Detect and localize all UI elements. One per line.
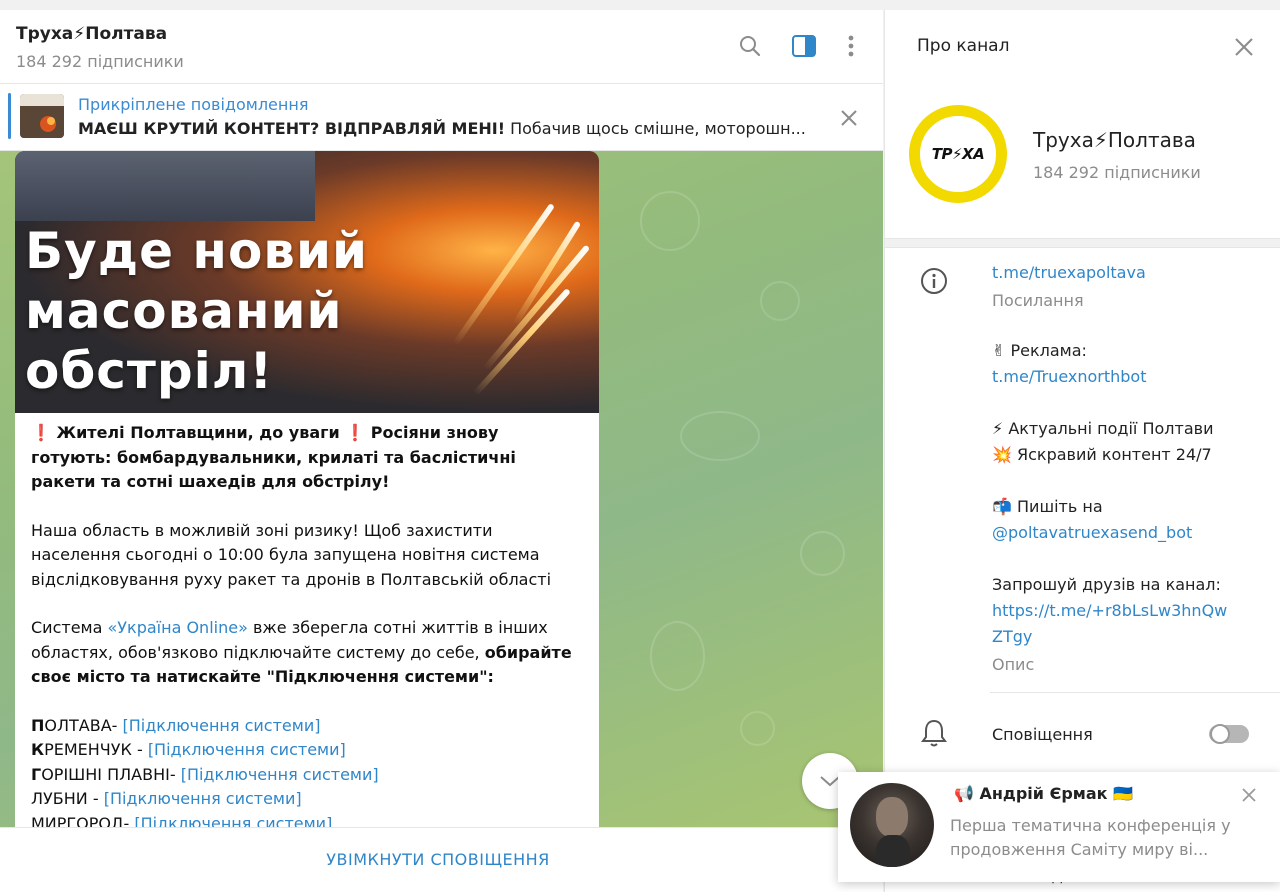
close-toast-icon[interactable] bbox=[1240, 786, 1258, 804]
info-header-title: Про канал bbox=[917, 36, 1010, 56]
invite-link[interactable]: https://t.me/+r8bLsLw3hnQw ZTgy bbox=[992, 598, 1262, 650]
notifications-toggle[interactable] bbox=[1209, 724, 1249, 744]
close-info-icon[interactable] bbox=[1231, 34, 1257, 60]
connect-link-poltava[interactable]: [Підключення системи] bbox=[123, 716, 321, 735]
more-options-icon[interactable] bbox=[837, 32, 865, 60]
connect-link-horishni-plavni[interactable]: [Підключення системи] bbox=[181, 765, 379, 784]
channel-subscribers: 184 292 підписники bbox=[1033, 163, 1201, 182]
enable-notifications-button[interactable]: УВІМКНУТИ СПОВІЩЕННЯ bbox=[0, 850, 876, 869]
channel-post[interactable]: Буде новий масований обстріл! ❗ Жителі П… bbox=[15, 151, 599, 827]
city-row-horishni-plavni: ГОРІШНІ ПЛАВНІ- [Підключення системи] bbox=[31, 764, 379, 784]
connect-link-myrhorod[interactable]: [Підключення системи] bbox=[134, 814, 332, 828]
toast-message-text: Перша тематична конференція у продовженн… bbox=[950, 816, 1231, 859]
close-pinned-icon[interactable] bbox=[836, 105, 862, 131]
chat-wallpaper: Буде новий масований обстріл! ❗ Жителі П… bbox=[0, 151, 883, 827]
connect-link-lubny[interactable]: [Підключення системи] bbox=[104, 789, 302, 808]
chat-subscribers: 184 292 підписники bbox=[16, 52, 184, 71]
info-icon bbox=[919, 266, 949, 296]
sidebar-toggle-icon[interactable] bbox=[790, 32, 818, 60]
section-divider bbox=[885, 238, 1280, 248]
channel-description: ✌ Реклама: t.me/Truexnorthbot ⚡ Актуальн… bbox=[992, 338, 1262, 678]
channel-info-pane: Про канал ТР⚡ХА Труха⚡Полтава 184 292 пі… bbox=[884, 10, 1280, 892]
connect-link-kremenchuk[interactable]: [Підключення системи] bbox=[148, 740, 346, 759]
chat-header[interactable]: Труха⚡Полтава 184 292 підписники bbox=[0, 10, 883, 84]
chat-title[interactable]: Труха⚡Полтава bbox=[16, 24, 167, 44]
toast-sender-name: 📢 Андрій Єрмак 🇺🇦 bbox=[954, 784, 1133, 803]
channel-link-block: t.me/truexapoltava Посилання bbox=[992, 260, 1262, 314]
avatar-logo-text: ТР⚡ХА bbox=[931, 145, 985, 163]
post-text: ❗ Жителі Полтавщини, до уваги ❗ Росіяни … bbox=[15, 413, 599, 827]
pinned-message[interactable]: Прикріплене повідомлення МАЄШ КРУТИЙ КОН… bbox=[0, 85, 883, 151]
city-row-myrhorod: МИРГОРОД- [Підключення системи] bbox=[31, 812, 583, 828]
post-image-headline: Буде новий масований обстріл! bbox=[25, 222, 369, 400]
divider bbox=[990, 692, 1280, 693]
city-row-lubny: ЛУБНИ - [Підключення системи] bbox=[31, 789, 302, 808]
post-image[interactable]: Буде новий масований обстріл! bbox=[15, 151, 599, 413]
pinned-indicator bbox=[8, 93, 11, 139]
channel-name: Труха⚡Полтава bbox=[1033, 128, 1196, 152]
ads-link[interactable]: t.me/Truexnorthbot bbox=[992, 364, 1262, 390]
city-row-poltava: ПОЛТАВА- [Підключення системи] bbox=[31, 715, 321, 735]
city-row-kremenchuk: КРЕМЕНЧУК - [Підключення системи] bbox=[31, 740, 346, 759]
bell-icon bbox=[919, 718, 949, 748]
notification-toast[interactable]: 📢 Андрій Єрмак 🇺🇦 Перша тематична конфер… bbox=[838, 772, 1280, 882]
search-icon[interactable] bbox=[736, 32, 764, 60]
chat-pane: Труха⚡Полтава 184 292 підписники Прикріп… bbox=[0, 10, 883, 892]
chat-footer: УВІМКНУТИ СПОВІЩЕННЯ bbox=[0, 827, 883, 892]
channel-avatar[interactable]: ТР⚡ХА bbox=[909, 105, 1007, 203]
pinned-text: МАЄШ КРУТИЙ КОНТЕНТ? ВІДПРАВЛЯЙ МЕНІ! По… bbox=[78, 119, 806, 138]
send-bot-link[interactable]: @poltavatruexasend_bot bbox=[992, 520, 1262, 546]
channel-link[interactable]: t.me/truexapoltava bbox=[992, 260, 1262, 286]
pinned-title: Прикріплене повідомлення bbox=[78, 95, 309, 114]
pinned-thumbnail bbox=[20, 94, 64, 138]
toast-avatar bbox=[850, 783, 934, 867]
ukraine-online-link[interactable]: «Україна Online» bbox=[108, 618, 248, 637]
